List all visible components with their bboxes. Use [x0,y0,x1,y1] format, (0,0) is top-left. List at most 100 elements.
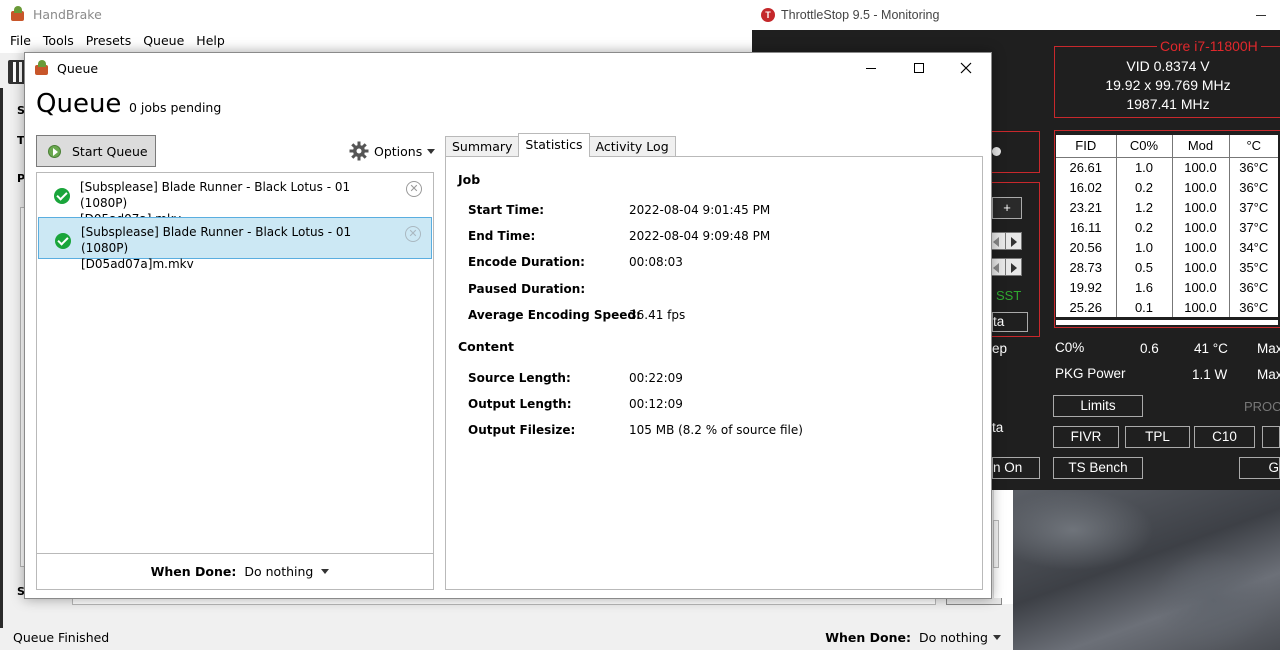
ts-g-button[interactable]: G [1239,457,1280,479]
source-length-value: 00:22:09 [629,371,683,385]
close-button[interactable] [943,53,989,83]
col-fid: FID [1056,135,1117,158]
cell-temp: 34°C [1239,239,1269,255]
c10-button[interactable]: C10 [1194,426,1255,448]
tab-summary[interactable]: Summary [445,136,520,157]
tab-activity-log[interactable]: Activity Log [588,136,676,157]
check-circle-icon [54,188,70,204]
cell-c0: 0.1 [1116,297,1173,317]
cell-temp: 37°C [1239,219,1269,235]
ts-turn-on-button[interactable]: n On [992,457,1040,479]
queue-item-text: [Subsplease] Blade Runner - Black Lotus … [81,224,381,272]
ts-hidden-button[interactable] [1262,426,1280,448]
plus-button[interactable]: + [992,197,1022,219]
ts-bench-button[interactable]: TS Bench [1053,457,1143,479]
maximize-icon [914,63,924,73]
play-icon [48,144,61,158]
radio-dot-icon[interactable] [992,147,1001,156]
table-row: 16.11 0.2 100.0 37°C [1056,217,1278,237]
start-queue-button[interactable]: Start Queue [36,135,156,167]
cell-temp: 35°C [1239,259,1269,275]
queue-window: Queue Queue 0 jobs pending Start Queue O [24,52,992,599]
jobs-pending: 0 jobs pending [129,100,222,115]
status-bar: Queue Finished When Done: Do nothing [0,624,1013,650]
menu-help[interactable]: Help [190,33,231,48]
cell-fid: 26.61 [1056,157,1117,177]
status-when-done[interactable]: When Done: Do nothing [825,630,1001,645]
table-row: 20.56 1.0 100.0 34°C [1056,237,1278,257]
close-icon [960,62,972,74]
cell-fid: 23.21 [1056,197,1117,217]
tpl-button[interactable]: TPL [1125,426,1190,448]
limits-button[interactable]: Limits [1053,395,1143,417]
output-length-label: Output Length: [468,397,572,411]
menu-file[interactable]: File [4,33,37,48]
cell-fid: 25.26 [1056,297,1117,317]
cell-temp: 36°C [1239,159,1269,175]
remove-icon[interactable]: ✕ [406,181,422,197]
col-temp: °C [1229,135,1278,158]
handbrake-titlebar: HandBrake [0,0,752,28]
when-done-value[interactable]: Do nothing [244,564,313,579]
table-row: 28.73 0.5 100.0 35°C [1056,257,1278,277]
tab-strip: Summary Statistics Activity Log [445,133,676,157]
pkg-power-value: 1.1 W [1192,367,1228,382]
desktop-edge [0,88,3,628]
package-temp-value: 41 °C [1194,341,1228,356]
handbrake-logo-icon [10,6,26,22]
cpu-info-box: Core i7-11800H VID 0.8374 V 19.92 x 99.7… [1054,38,1280,118]
options-button[interactable]: Options [349,141,436,161]
minimize-button[interactable] [848,53,894,83]
cpu-vid: VID 0.8374 V [1126,58,1210,74]
options-label: Options [374,143,423,159]
menu-queue[interactable]: Queue [137,33,190,48]
tab-statistics[interactable]: Statistics [518,133,590,157]
page-title: Queue [36,89,122,119]
handbrake-title: HandBrake [33,6,102,22]
c0-value: 0.6 [1140,341,1159,356]
cell-mod: 100.0 [1172,217,1230,237]
handbrake-menubar: File Tools Presets Queue Help [0,28,752,53]
output-filesize-value: 105 MB (8.2 % of source file) [629,423,803,437]
queue-list: [Subsplease] Blade Runner - Black Lotus … [36,172,434,554]
when-done-selector[interactable]: When Done: Do nothing [36,554,434,590]
desktop-wallpaper [1013,490,1280,650]
cell-fid: 16.11 [1056,217,1117,237]
hb-right-field [993,520,999,568]
minimize-icon[interactable] [1256,15,1266,16]
maximize-button[interactable] [896,53,942,83]
chevron-down-icon[interactable] [993,635,1001,640]
fivr-button[interactable]: FIVR [1053,426,1119,448]
cell-temp: 36°C [1239,279,1269,295]
cell-c0: 0.2 [1116,217,1173,237]
cell-fid: 28.73 [1056,257,1117,277]
when-done-value[interactable]: Do nothing [919,630,988,645]
table-row: 25.26 0.1 100.0 36°C [1056,297,1278,317]
output-length-value: 00:12:09 [629,397,683,411]
throttlestop-logo-icon: T [761,8,775,22]
cell-c0: 0.2 [1116,177,1173,197]
when-done-label: When Done: [825,630,912,645]
cell-temp: 37°C [1239,199,1269,215]
queue-titlebar: Queue [25,53,991,83]
spinner-arrows-icon[interactable] [988,258,1022,276]
cell-c0: 1.0 [1116,157,1173,177]
list-item[interactable]: [Subsplease] Blade Runner - Black Lotus … [38,217,432,271]
table-row: 23.21 1.2 100.0 37°C [1056,197,1278,217]
spinner-arrows-icon[interactable] [988,232,1022,250]
menu-tools[interactable]: Tools [37,33,80,48]
ts-partial-button[interactable]: ta [992,312,1028,332]
remove-icon[interactable]: ✕ [405,226,421,242]
chevron-down-icon [427,148,436,154]
chevron-down-icon[interactable] [321,569,330,574]
cpu-name: Core i7-11800H [1157,38,1261,54]
hb-destination-field[interactable] [72,598,936,605]
menu-presets[interactable]: Presets [80,33,138,48]
list-item[interactable]: [Subsplease] Blade Runner - Black Lotus … [38,173,432,226]
start-queue-label: Start Queue [72,143,148,159]
table-row: 16.02 0.2 100.0 36°C [1056,177,1278,197]
paused-duration-label: Paused Duration: [468,282,586,296]
encode-duration-value: 00:08:03 [629,255,683,269]
hb-browse-button[interactable] [946,598,1002,605]
cell-fid: 20.56 [1056,237,1117,257]
